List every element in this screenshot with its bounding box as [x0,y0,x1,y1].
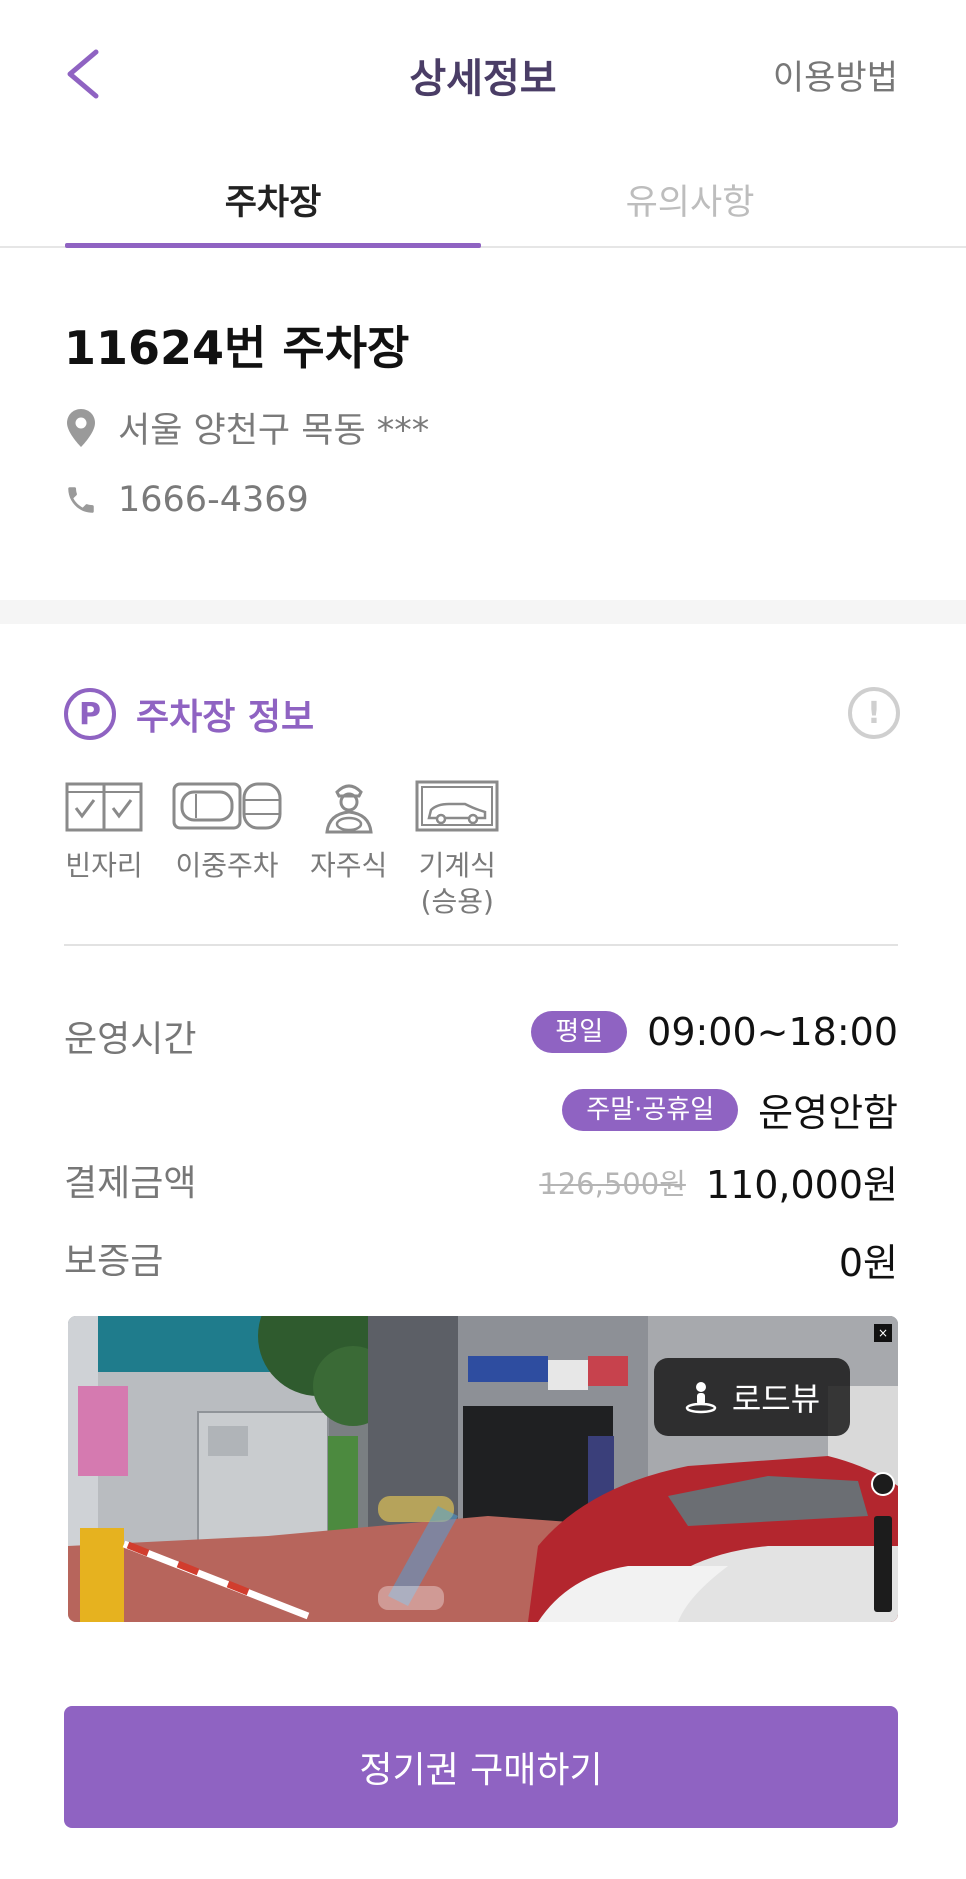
feature-label: 빈자리 [65,849,143,882]
deposit-label: 보증금 [64,1241,164,1282]
weekday-chip: 평일 [531,1011,628,1053]
help-link[interactable]: 이용방법 [773,50,898,99]
phone-number[interactable]: 1666-4369 [118,480,309,520]
hours-label: 운영시간 [64,1019,197,1060]
purchase-pass-button[interactable]: 정기권 구매하기 [64,1706,898,1828]
divider [64,944,898,946]
weekend-hours: 운영안함 [758,1091,898,1135]
deposit-value: 0원 [838,1241,898,1285]
feature-double-parking: 이중주차 [172,778,282,920]
location-pin-icon [64,408,98,448]
lot-name: 11624번 주차장 [64,321,410,375]
tab-notice[interactable]: 유의사항 [482,174,898,225]
header: 상세정보 이용방법 [0,0,966,145]
phone-row[interactable]: 1666-4369 [64,480,309,520]
tab-bar: 주차장 유의사항 [0,150,966,248]
feature-label: 기계식 (승용) [418,849,496,918]
price-row: 126,500원 110,000원 [539,1154,898,1209]
deposit-row: 0원 [839,1232,898,1287]
weekend-hours-row: 주말·공휴일 운영안함 [562,1082,898,1137]
roadview-label: 로드뷰 [731,1380,821,1418]
parking-p-icon: P [64,688,116,740]
address-row: 서울 양천구 목동 *** [64,402,429,453]
final-price: 110,000원 [705,1163,898,1207]
weekday-hours-row: 평일 09:00~18:00 [531,1010,898,1054]
feature-vacancy: 빈자리 [64,778,144,920]
person-icon [685,1382,717,1414]
roadview-button[interactable]: 로드뷰 [654,1358,850,1436]
section-header: P 주차장 정보 [64,688,314,740]
original-price: 126,500원 [539,1166,686,1201]
weekday-hours: 09:00~18:00 [647,1010,898,1054]
section-separator [0,600,966,624]
feature-mechanical-parking: 기계식 (승용) [415,778,499,920]
section-title: 주차장 정보 [136,697,315,738]
tab-indicator [65,243,481,248]
close-icon[interactable]: × [874,1324,892,1342]
self-parking-icon [324,784,373,834]
weekend-chip: 주말·공휴일 [562,1088,739,1131]
feature-list: 빈자리 이중주차 자주식 기계식 (승용) [64,778,527,920]
feature-self-parking: 자주식 [310,778,387,920]
phone-icon [64,480,98,520]
price-label: 결제금액 [64,1163,197,1204]
vacancy-icon [65,782,143,832]
tab-parking-lot[interactable]: 주차장 [65,174,481,225]
address-text: 서울 양천구 목동 *** [118,411,430,451]
feature-label: 이중주차 [175,849,279,882]
roadview-panel[interactable]: × 로드뷰 [68,1316,898,1622]
feature-label: 자주식 [310,849,388,882]
info-icon[interactable]: ! [848,687,900,739]
mechanical-parking-icon [415,780,499,832]
double-parking-icon [172,782,282,830]
